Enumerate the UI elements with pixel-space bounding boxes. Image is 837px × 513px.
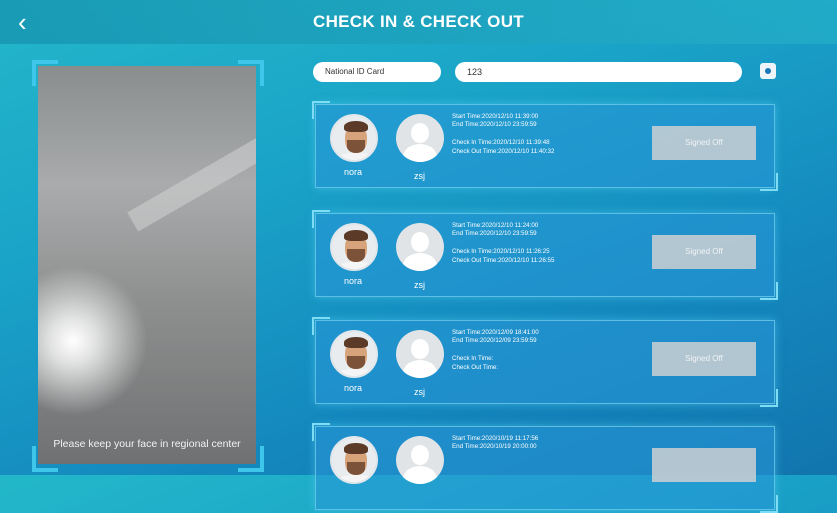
user-avatar <box>330 330 378 378</box>
signed-off-button[interactable]: Signed Off <box>652 235 756 269</box>
light-glare <box>38 266 148 416</box>
record-times: Start Time:2020/12/10 11:24:00 End Time:… <box>452 222 554 265</box>
record-card: Start Time:2020/10/19 11:17:56 End Time:… <box>312 423 778 513</box>
face-position-hint: Please keep your face in regional center <box>53 438 241 450</box>
visitor-avatar-placeholder <box>396 223 444 271</box>
host-name: nora <box>344 276 363 286</box>
user-avatar <box>330 223 378 271</box>
visitor-name: zsj <box>414 171 425 181</box>
start-time: Start Time:2020/12/10 11:39:00 <box>452 113 539 120</box>
ceiling-reflection <box>127 102 256 232</box>
end-time: End Time:2020/12/10 23:59:59 <box>452 121 537 129</box>
host-name: nora <box>344 167 363 177</box>
start-time: Start Time:2020/10/19 11:17:56 <box>452 435 539 442</box>
check-in-time: Check In Time:2020/12/10 11:26:25 <box>452 248 550 256</box>
frame-corner-top-left <box>32 60 58 86</box>
end-time: End Time:2020/12/10 23:59:59 <box>452 230 537 238</box>
visitor-name: zsj <box>414 280 425 290</box>
record-times: Start Time:2020/12/09 18:41:00 End Time:… <box>452 329 539 372</box>
check-in-time: Check In Time: <box>452 355 494 363</box>
record-card: nora zsj Start Time:2020/12/10 11:39:00 … <box>312 101 778 191</box>
user-avatar <box>330 436 378 484</box>
record-times: Start Time:2020/10/19 11:17:56 End Time:… <box>452 435 538 451</box>
record-card: nora zsj Start Time:2020/12/10 11:24:00 … <box>312 210 778 300</box>
visitor-avatar-placeholder <box>396 436 444 484</box>
check-out-time: Check Out Time: <box>452 363 499 371</box>
check-out-time: Check Out Time:2020/12/10 11:26:55 <box>452 256 555 264</box>
id-type-select[interactable]: National ID Card <box>313 62 441 82</box>
visitor-avatar-placeholder <box>396 114 444 162</box>
end-time: End Time:2020/10/19 20:00:00 <box>452 443 537 451</box>
camera-preview <box>38 66 256 464</box>
signed-off-button[interactable]: Signed Off <box>652 126 756 160</box>
visitor-avatar-placeholder <box>396 330 444 378</box>
record-times: Start Time:2020/12/10 11:39:00 End Time:… <box>452 113 554 156</box>
search-input[interactable] <box>455 62 742 82</box>
signed-off-button[interactable] <box>652 448 756 482</box>
check-in-time: Check In Time:2020/12/10 11:39:48 <box>452 139 550 147</box>
search-button[interactable] <box>760 63 776 79</box>
frame-corner-top-right <box>238 60 264 86</box>
start-time: Start Time:2020/12/09 18:41:00 <box>452 329 539 336</box>
record-card: nora zsj Start Time:2020/12/09 18:41:00 … <box>312 317 778 407</box>
page-title: CHECK IN & CHECK OUT <box>313 12 524 31</box>
signed-off-button[interactable]: Signed Off <box>652 342 756 376</box>
visitor-name: zsj <box>414 387 425 397</box>
check-out-time: Check Out Time:2020/12/10 11:40:32 <box>452 147 555 155</box>
search-icon <box>765 68 771 74</box>
start-time: Start Time:2020/12/10 11:24:00 <box>452 222 539 229</box>
end-time: End Time:2020/12/09 23:59:59 <box>452 337 537 345</box>
user-avatar <box>330 114 378 162</box>
host-name: nora <box>344 383 363 393</box>
